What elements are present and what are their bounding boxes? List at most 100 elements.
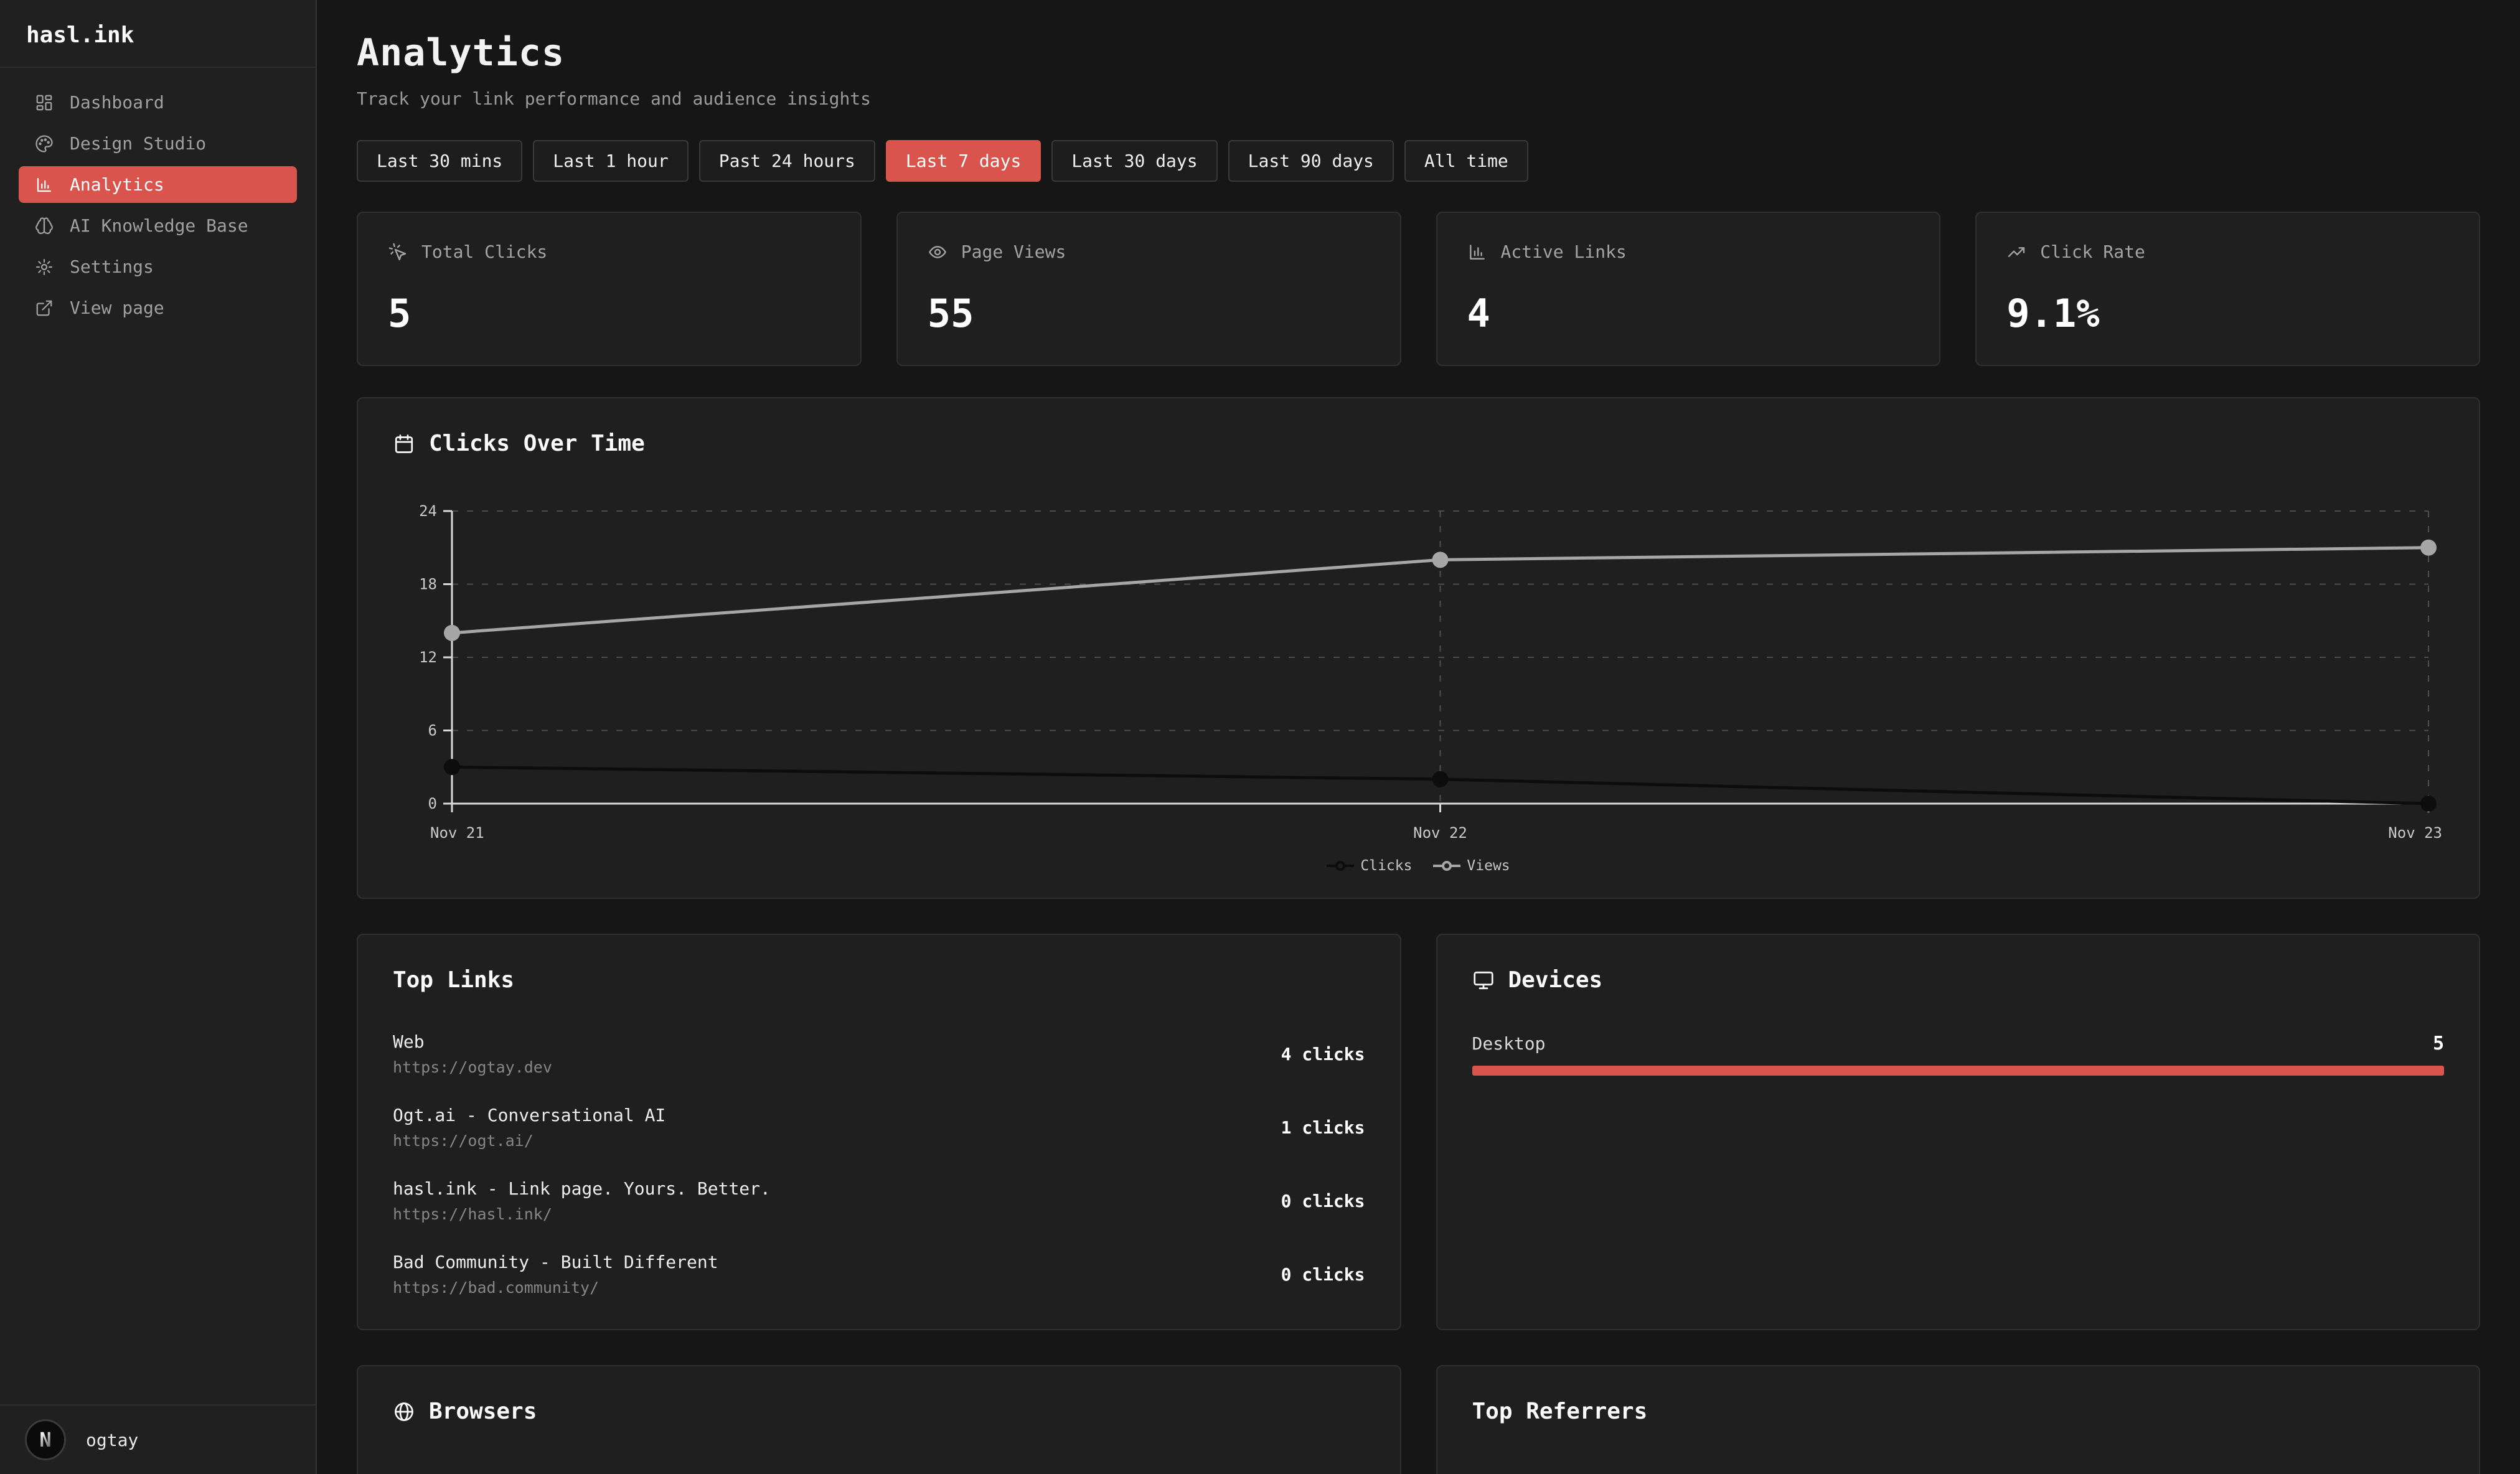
user-footer[interactable]: N ogtay <box>0 1404 316 1474</box>
line-chart: 0 6 12 18 24 Nov 21 Nov 22 Nov 23 <box>393 492 2444 853</box>
link-title: Bad Community - Built Different <box>393 1252 718 1272</box>
link-url: https://hasl.ink/ <box>393 1205 771 1223</box>
legend-marker-icon <box>1433 861 1460 871</box>
stat-value: 5 <box>388 291 830 336</box>
stat-label: Click Rate <box>2040 242 2145 262</box>
link-clicks-count: 1 clicks <box>1281 1117 1365 1138</box>
mid-grid: Top Links Web https://ogtay.dev 4 clicks… <box>357 934 2480 1330</box>
link-title: Ogt.ai - Conversational AI <box>393 1105 665 1125</box>
link-clicks-count: 0 clicks <box>1281 1191 1365 1211</box>
devices-title: Devices <box>1508 967 1603 993</box>
filter-last-1-hour[interactable]: Last 1 hour <box>533 140 688 182</box>
stat-card-click-rate: Click Rate 9.1% <box>1975 212 2480 366</box>
filter-last-7-days[interactable]: Last 7 days <box>886 140 1041 182</box>
avatar: N <box>25 1419 66 1460</box>
device-bar <box>1472 1066 2445 1076</box>
app-logo: hasl.ink <box>0 0 316 68</box>
filter-last-90-days[interactable]: Last 90 days <box>1228 140 1394 182</box>
dashboard-icon <box>35 93 54 112</box>
devices-card: Devices Desktop 5 <box>1436 934 2481 1330</box>
stat-cards: Total Clicks 5 Page Views 55 Active Link… <box>357 212 2480 366</box>
svg-text:6: 6 <box>428 722 437 739</box>
chart-legend: Clicks Views <box>393 858 2444 874</box>
sidebar-item-ai-knowledge-base[interactable]: AI Knowledge Base <box>19 207 297 244</box>
link-title: hasl.ink - Link page. Yours. Better. <box>393 1178 771 1199</box>
link-url: https://ogtay.dev <box>393 1058 552 1076</box>
stat-card-active-links: Active Links 4 <box>1436 212 1941 366</box>
settings-icon <box>35 258 54 276</box>
filter-last-30-days[interactable]: Last 30 days <box>1051 140 1217 182</box>
svg-text:Nov 22: Nov 22 <box>1413 824 1467 842</box>
chart-card-header: Clicks Over Time <box>393 431 2444 456</box>
sidebar-item-dashboard[interactable]: Dashboard <box>19 84 297 121</box>
top-referrers-card: Top Referrers <box>1436 1365 2481 1474</box>
svg-text:Nov 23: Nov 23 <box>2388 824 2442 842</box>
browsers-card: Browsers <box>357 1365 1401 1474</box>
sidebar-nav: Dashboard Design Studio Analytics AI Kno… <box>0 68 316 1404</box>
stat-value: 55 <box>928 291 1370 336</box>
svg-text:18: 18 <box>419 576 437 593</box>
stat-card-total-clicks: Total Clicks 5 <box>357 212 862 366</box>
analytics-icon <box>35 176 54 194</box>
stat-label: Page Views <box>961 242 1066 262</box>
bottom-grid: Browsers Top Referrers <box>357 1365 2480 1474</box>
link-row[interactable]: Web https://ogtay.dev 4 clicks <box>393 1031 1365 1076</box>
clicks-over-time-card: Clicks Over Time 0 6 12 18 24 Nov 21 Nov 22 Nov… <box>357 397 2480 899</box>
chart-card-title: Clicks Over Time <box>429 431 645 456</box>
link-row[interactable]: Bad Community - Built Different https://… <box>393 1252 1365 1297</box>
svg-text:24: 24 <box>419 502 437 520</box>
monitor-icon <box>1472 969 1495 992</box>
filter-last-30-mins[interactable]: Last 30 mins <box>357 140 522 182</box>
time-range-filters: Last 30 mins Last 1 hour Past 24 hours Last… <box>357 140 2480 182</box>
top-referrers-title: Top Referrers <box>1472 1399 1648 1424</box>
filter-all-time[interactable]: All time <box>1404 140 1528 182</box>
browsers-title: Browsers <box>429 1399 537 1424</box>
link-row[interactable]: hasl.ink - Link page. Yours. Better. htt… <box>393 1178 1365 1223</box>
svg-text:12: 12 <box>419 649 437 666</box>
link-title: Web <box>393 1031 552 1052</box>
device-row: Desktop 5 <box>1472 1033 2445 1076</box>
palette-icon <box>35 134 54 153</box>
link-url: https://bad.community/ <box>393 1279 718 1297</box>
link-clicks-count: 4 clicks <box>1281 1044 1365 1064</box>
devices-list: Desktop 5 <box>1472 1033 2445 1076</box>
sidebar-item-analytics[interactable]: Analytics <box>19 166 297 203</box>
bar-chart-icon <box>1467 242 1487 262</box>
eye-icon <box>928 242 947 262</box>
legend-marker-icon <box>1327 861 1354 871</box>
stat-card-page-views: Page Views 55 <box>896 212 1401 366</box>
device-bar-track <box>1472 1066 2445 1076</box>
top-links-title: Top Links <box>393 967 514 993</box>
sidebar-item-settings[interactable]: Settings <box>19 248 297 285</box>
svg-text:Nov 21: Nov 21 <box>430 824 484 842</box>
calendar-icon <box>393 433 415 455</box>
link-url: https://ogt.ai/ <box>393 1132 665 1150</box>
svg-text:0: 0 <box>428 795 437 812</box>
main-content: Analytics Track your link performance an… <box>317 0 2520 1474</box>
device-label: Desktop <box>1472 1033 1546 1054</box>
sidebar: hasl.ink Dashboard Design Studio Analyti… <box>0 0 317 1474</box>
globe-icon <box>393 1401 415 1423</box>
brain-icon <box>35 217 54 235</box>
filter-past-24-hours[interactable]: Past 24 hours <box>699 140 875 182</box>
link-clicks-count: 0 clicks <box>1281 1264 1365 1285</box>
link-row[interactable]: Ogt.ai - Conversational AI https://ogt.a… <box>393 1105 1365 1150</box>
trending-up-icon <box>2006 242 2026 262</box>
sidebar-item-view-page[interactable]: View page <box>19 289 297 326</box>
stat-value: 4 <box>1467 291 1910 336</box>
sidebar-item-design-studio[interactable]: Design Studio <box>19 125 297 162</box>
username: ogtay <box>86 1430 138 1450</box>
page-subtitle: Track your link performance and audience… <box>357 88 2480 109</box>
clicks-over-time-svg: 0 6 12 18 24 Nov 21 Nov 22 Nov 23 <box>393 492 2447 850</box>
top-links-card: Top Links Web https://ogtay.dev 4 clicks… <box>357 934 1401 1330</box>
external-link-icon <box>35 299 54 317</box>
app-root: hasl.ink Dashboard Design Studio Analyti… <box>0 0 2520 1474</box>
legend-views: Views <box>1433 858 1510 874</box>
stat-value: 9.1% <box>2006 291 2449 336</box>
click-icon <box>388 242 408 262</box>
device-value: 5 <box>2433 1033 2444 1054</box>
stat-label: Active Links <box>1501 242 1627 262</box>
legend-clicks: Clicks <box>1327 858 1412 874</box>
top-links-list: Web https://ogtay.dev 4 clicks Ogt.ai - … <box>393 1031 1365 1297</box>
page-title: Analytics <box>357 31 2480 75</box>
